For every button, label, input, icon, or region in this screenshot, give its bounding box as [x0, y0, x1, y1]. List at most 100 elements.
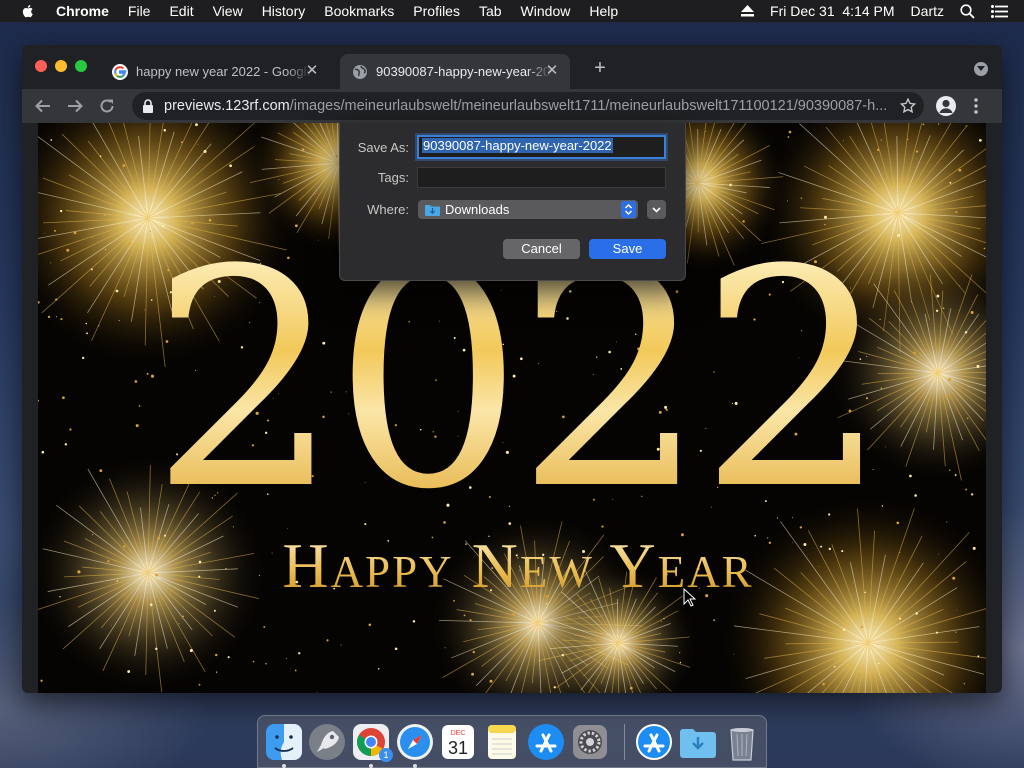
spark-dot	[647, 657, 649, 659]
reload-icon[interactable]	[98, 97, 116, 115]
spark-dot	[301, 148, 305, 151]
window-close-button[interactable]	[35, 60, 47, 72]
menu-file[interactable]: File	[128, 3, 151, 19]
spark-dot	[463, 614, 466, 617]
new-tab-plus-icon[interactable]: +	[591, 58, 609, 78]
spark-dot	[128, 242, 131, 246]
window-minimize-button[interactable]	[55, 60, 67, 72]
eject-icon[interactable]	[741, 5, 755, 17]
dock-calendar-icon[interactable]: DEC 31	[438, 722, 478, 762]
spark-dot	[315, 193, 317, 194]
dock-finder-icon[interactable]	[264, 722, 304, 762]
spark-dot	[118, 319, 120, 321]
spark-dot	[947, 415, 948, 417]
spark-dot	[913, 351, 917, 355]
spark-dot	[944, 395, 948, 398]
address-bar[interactable]: previews.123rf.com/images/meineurlaubswe…	[132, 92, 924, 120]
spark-dot	[377, 668, 380, 670]
menu-app-name[interactable]: Chrome	[56, 3, 109, 19]
spark-dot	[44, 233, 46, 234]
spark-dot	[444, 647, 446, 649]
menu-help[interactable]: Help	[589, 3, 618, 19]
spark-dot	[122, 164, 126, 167]
spark-dot	[955, 211, 958, 214]
globe-icon	[353, 64, 367, 79]
spark-dot	[786, 200, 788, 202]
profile-avatar-icon[interactable]	[936, 96, 956, 116]
save-button[interactable]: Save	[589, 239, 666, 259]
bookmark-star-icon[interactable]	[900, 98, 916, 114]
where-value: Downloads	[445, 202, 510, 217]
save-as-field[interactable]: 90390087-happy-new-year-2022	[417, 135, 666, 159]
where-label: Where:	[367, 202, 409, 217]
dock-safari-icon[interactable]	[395, 722, 435, 762]
lock-icon[interactable]	[142, 99, 154, 113]
spark-dot	[937, 123, 940, 125]
apple-logo-icon[interactable]	[20, 3, 36, 19]
spark-dot	[335, 154, 338, 158]
spark-dot	[616, 648, 618, 650]
menu-user[interactable]: Dartz	[911, 3, 944, 19]
menu-profiles[interactable]: Profiles	[413, 3, 460, 19]
spark-dot	[107, 560, 110, 563]
menu-tab[interactable]: Tab	[479, 3, 502, 19]
dock-downloads-folder-icon[interactable]	[678, 722, 718, 762]
cancel-button[interactable]: Cancel	[503, 239, 580, 259]
spark-dot	[964, 331, 968, 334]
tab-close-icon[interactable]: ✕	[304, 63, 320, 79]
menu-edit[interactable]: Edit	[169, 3, 193, 19]
tab-image-preview[interactable]: 90390087-happy-new-year-2022 ✕	[340, 54, 570, 89]
spark-dot	[914, 494, 917, 497]
menu-window[interactable]: Window	[521, 3, 571, 19]
spark-dot	[394, 647, 398, 651]
spark-dot	[538, 660, 540, 661]
back-arrow-icon[interactable]	[34, 97, 52, 115]
window-zoom-button[interactable]	[75, 60, 87, 72]
where-select[interactable]: Downloads	[418, 200, 638, 219]
spark-dot	[864, 591, 866, 594]
tags-field[interactable]	[417, 167, 666, 188]
spark-dot	[955, 631, 957, 633]
spark-dot	[198, 560, 202, 564]
spark-dot	[915, 612, 918, 615]
greeting-text: Happy New Year	[238, 529, 798, 603]
spark-dot	[198, 683, 201, 686]
tab-close-icon[interactable]: ✕	[544, 63, 560, 79]
tab-search-chevron-icon[interactable]	[974, 62, 988, 76]
dock-separator	[624, 724, 625, 760]
safari-running-dot	[413, 764, 417, 768]
more-menu-icon[interactable]	[974, 98, 978, 114]
dock-notes-icon[interactable]	[482, 722, 522, 762]
forward-arrow-icon[interactable]	[66, 97, 84, 115]
spark-dot	[469, 619, 472, 622]
dock-app-store-icon[interactable]	[634, 722, 674, 762]
spark-dot	[713, 619, 715, 621]
spark-dot	[198, 575, 201, 578]
dock-chrome-icon[interactable]: 1	[351, 722, 393, 762]
menu-view[interactable]: View	[213, 3, 243, 19]
spark-dot	[961, 223, 963, 225]
spark-dot	[203, 150, 207, 154]
spotlight-search-icon[interactable]	[960, 3, 975, 19]
menu-history[interactable]: History	[262, 3, 306, 19]
spark-dot	[104, 248, 106, 250]
dock-launchpad-icon[interactable]	[307, 722, 347, 762]
save-dialog: Save As: 90390087-happy-new-year-2022 Ta…	[339, 123, 686, 281]
dock-system-preferences-icon[interactable]	[570, 722, 610, 762]
spark-dot	[134, 380, 138, 383]
menu-clock[interactable]: Fri Dec 31 4:14 PM	[770, 3, 895, 19]
spark-dot	[285, 657, 287, 659]
spark-dot	[965, 125, 967, 127]
dock-trash-icon[interactable]	[722, 722, 762, 762]
spark-dot	[69, 428, 72, 431]
tab-google-search[interactable]: happy new year 2022 - Google ✕	[100, 54, 330, 89]
dock-app-store-icon[interactable]	[526, 722, 566, 762]
spark-dot	[195, 123, 198, 127]
notification-center-icon[interactable]	[991, 4, 1008, 18]
menu-bookmarks[interactable]: Bookmarks	[324, 3, 394, 19]
expand-dialog-button[interactable]	[647, 200, 666, 219]
spark-dot	[99, 469, 103, 473]
spark-dot	[679, 652, 681, 654]
menu-bar: Chrome File Edit View History Bookmarks …	[0, 0, 1024, 22]
spark-dot	[127, 670, 131, 673]
